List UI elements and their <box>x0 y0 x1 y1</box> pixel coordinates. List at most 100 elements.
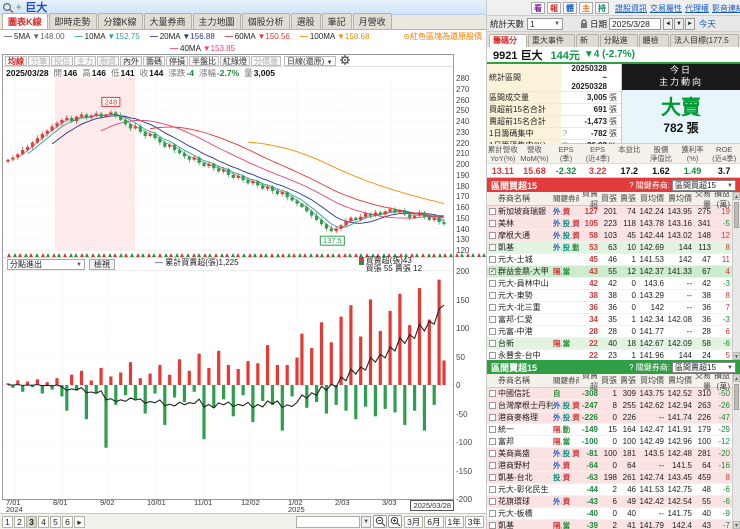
scroll-up-arrow[interactable]: ▲ <box>733 374 740 382</box>
analysis-tab-6[interactable]: 法人目標(177.5元) <box>670 34 739 57</box>
table-row[interactable]: 元富-中港 28 28 0 141.77 -- 28 6 <box>487 326 740 338</box>
page-button-5[interactable]: 5 <box>50 515 61 528</box>
checkbox[interactable] <box>489 280 496 287</box>
table-row[interactable]: 統一 隔,動 -149 15 164 142.47 141.91 179 -29 <box>487 424 740 436</box>
table-row[interactable]: 元大-東勢 38 38 0 143.29 -- 38 8 <box>487 290 740 302</box>
sell-key-select[interactable]: 區間賣超15 ▼ <box>672 361 736 373</box>
date-caret-button[interactable]: ▼ <box>673 17 684 30</box>
scroll-down-arrow[interactable]: ▼ <box>733 521 740 529</box>
table-row[interactable]: 富邦-仁愛 34 35 1 142.34 142.08 36 -3 <box>487 314 740 326</box>
analysis-tab-2[interactable]: 重大事件(1) <box>527 34 575 57</box>
checkbox[interactable] <box>489 498 496 505</box>
table-row[interactable]: 港商麥格理 外,投,資 -226 0 226 -- 141.74 226 -47 <box>487 412 740 424</box>
checkbox[interactable] <box>489 402 496 409</box>
lock-icon[interactable] <box>580 18 588 29</box>
net-buy-sell-chart[interactable] <box>3 270 453 500</box>
tab-9[interactable]: 月營收 <box>352 13 392 29</box>
table-row[interactable]: 元大-土城 45 46 1 141.53 142 47 11 <box>487 254 740 266</box>
table-row[interactable]: 元大-北三重 36 36 0 142 -- 36 7 <box>487 302 740 314</box>
checkbox[interactable] <box>489 510 496 517</box>
today-button[interactable]: 今天 <box>699 18 716 30</box>
checkbox[interactable] <box>489 328 496 335</box>
checkbox[interactable] <box>489 316 496 323</box>
table-row[interactable]: 元大-彰化民生 -44 2 46 141.53 142.75 48 -6 <box>487 484 740 496</box>
table-row[interactable]: 摩根大通 外,投,資 58 103 45 142.44 143.02 148 12 <box>487 230 740 242</box>
checkbox[interactable] <box>489 340 496 347</box>
chart-tool-投信[interactable]: 投信 <box>51 55 73 66</box>
checkbox[interactable] <box>489 352 496 359</box>
checkbox[interactable] <box>489 256 496 263</box>
zoom-out-button[interactable] <box>373 515 388 528</box>
checkbox[interactable] <box>489 208 496 215</box>
analysis-tab-4[interactable]: 分點進出 <box>599 34 638 57</box>
checkbox[interactable] <box>489 522 496 529</box>
table-row[interactable]: 富邦 隔,當 -100 0 100 142.49 142.96 100 -12 <box>487 436 740 448</box>
quick-link-代理權[interactable]: 代理權 <box>685 4 709 13</box>
table-row[interactable]: 中國信託 自 -308 1 309 143.75 142.52 310 -50 <box>487 388 740 400</box>
analysis-tab-1[interactable]: 籌碼分析 <box>489 34 527 57</box>
page-button-4[interactable]: 4 <box>38 515 49 528</box>
page-button-▸[interactable]: ▸ <box>74 515 85 528</box>
help-icon[interactable]: ? <box>561 129 569 138</box>
checkbox[interactable] <box>489 438 496 445</box>
search-icon[interactable] <box>2 2 15 13</box>
checkbox[interactable] <box>489 414 496 421</box>
table-row[interactable]: 花旗環球 外,資 -43 6 49 142.42 142.54 55 -6 <box>487 496 740 508</box>
period-select[interactable]: 日線(還原) ▼ <box>284 55 336 66</box>
period-button-6月[interactable]: 6月 <box>424 515 444 528</box>
checkbox[interactable] <box>489 474 496 481</box>
scroll-up-arrow[interactable]: ▲ <box>733 192 740 200</box>
tab-8[interactable]: 筆記 <box>321 13 352 29</box>
chart-tool-紅綠燈[interactable]: 紅綠燈 <box>220 55 250 66</box>
checkbox[interactable] <box>489 244 496 251</box>
quick-button-主力[interactable]: 主力 <box>579 2 593 24</box>
scroll-thumb[interactable] <box>734 384 739 410</box>
scroll-down-arrow[interactable]: ▼ <box>733 352 740 360</box>
candlestick-chart[interactable]: 248 137.5 <box>3 78 453 250</box>
chart-tool-停損[interactable]: 停損 <box>166 55 188 66</box>
date-prev-button[interactable]: ◄ <box>663 17 673 30</box>
analysis-tab-3[interactable]: 新聞 <box>575 34 599 57</box>
add-icon[interactable]: + <box>16 2 21 12</box>
tab-4[interactable]: 大量券商 <box>143 13 192 29</box>
table-row[interactable]: 新加坡商瑞銀 外,資 127 201 74 142.24 143.95 275 19 <box>487 206 740 218</box>
chart-tool-分價量[interactable]: 分價量 <box>251 55 281 66</box>
buy-key-select[interactable]: 區間買超15 ▼ <box>672 179 736 191</box>
tab-6[interactable]: 個股分析 <box>241 13 290 29</box>
checkbox[interactable] <box>489 232 496 239</box>
period-button-3月[interactable]: 3月 <box>404 515 424 528</box>
checkbox[interactable] <box>489 450 496 457</box>
table-row[interactable]: 元大-板橋 -40 0 40 -- 141.75 40 -9 <box>487 508 740 520</box>
page-button-3[interactable]: 3 <box>26 515 37 528</box>
quick-button-體檢[interactable]: 體檢 <box>563 2 577 24</box>
range-input[interactable] <box>296 515 361 528</box>
quick-button-報告[interactable]: 報告 <box>547 2 561 24</box>
table-row[interactable]: 美商高盛 外,投,資 -81 100 181 143.5 142.48 281 -20 <box>487 448 740 460</box>
checkbox[interactable] <box>489 220 496 227</box>
table-row[interactable]: ✓ 群益金鼎-大甲 隔,當 43 55 12 142.37 141.33 67 4 <box>487 266 740 278</box>
table-row[interactable]: 凱基 外,投,動 53 63 10 142.69 144 113 8 <box>487 242 740 254</box>
range-dropdown-caret[interactable]: ▼ <box>361 515 372 528</box>
quick-link-影音連結[interactable]: 影音連結 <box>712 4 740 13</box>
chart-tool-均線[interactable]: 均線 <box>5 55 27 66</box>
quick-button-看法[interactable]: 看法 <box>531 2 545 24</box>
table-row[interactable]: 港商野村 外,資 -64 0 64 -- 141.5 64 -16 <box>487 460 740 472</box>
chart-tool-半盤比[interactable]: 半盤比 <box>189 55 219 66</box>
tab-7[interactable]: 選股 <box>290 13 321 29</box>
page-button-1[interactable]: 1 <box>2 515 13 528</box>
quick-button-持股[interactable]: 持股 <box>595 2 609 24</box>
analysis-tab-5[interactable]: 體檢表 <box>638 34 670 57</box>
checkbox[interactable] <box>489 426 496 433</box>
table-row[interactable]: 美林 外,投,資 105 223 118 143.78 143.16 341 -5 <box>487 218 740 230</box>
page-button-6[interactable]: 6 <box>62 515 73 528</box>
chart-tool-內外[interactable]: 內外 <box>120 55 142 66</box>
chart-tool-籌碼[interactable]: 籌碼 <box>143 55 165 66</box>
branch-flow-select[interactable]: 分點進出 ▼ <box>7 258 85 270</box>
checkbox[interactable] <box>489 462 496 469</box>
scroll-thumb[interactable] <box>734 202 739 228</box>
quick-link-交易屬性[interactable]: 交易屬性 <box>650 4 682 13</box>
date-next-button[interactable]: ► <box>684 17 695 30</box>
tab-5[interactable]: 主力地圖 <box>192 13 241 29</box>
period-button-1年[interactable]: 1年 <box>444 515 464 528</box>
chart-tool-分筆[interactable]: 分筆 <box>28 55 50 66</box>
